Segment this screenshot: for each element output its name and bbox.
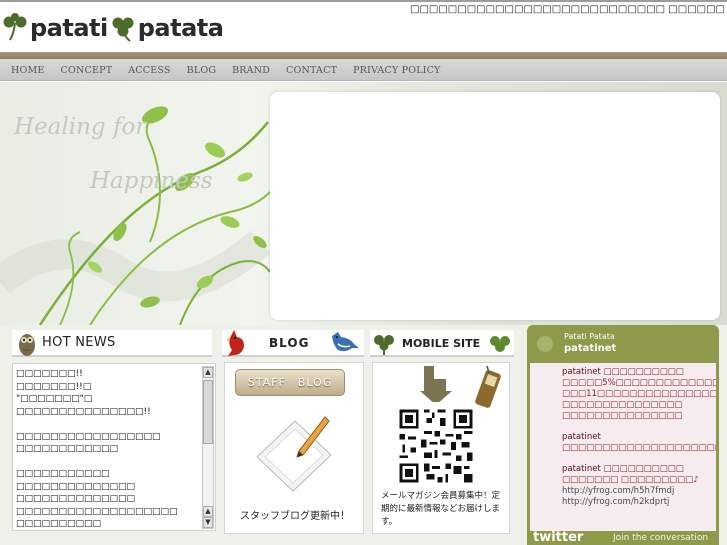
mobile-phone-icon bbox=[475, 365, 501, 408]
qr-code-icon[interactable] bbox=[397, 407, 475, 485]
bluejay-bird-icon bbox=[332, 332, 359, 352]
clover-icon bbox=[374, 335, 394, 355]
tweet: patatinet □□□□□□□□□□□□□□□□□□□□□□□□□□□□□□… bbox=[530, 428, 716, 460]
scroll-down-icon[interactable]: ▼ bbox=[203, 517, 213, 528]
owl-icon bbox=[19, 334, 35, 356]
nav-access[interactable]: ACCESS bbox=[128, 65, 170, 76]
blog-title: BLOG bbox=[269, 336, 310, 350]
nav-list: HOME CONCEPT ACCESS BLOG BRAND CONTACT P… bbox=[0, 59, 727, 81]
blog-caption: スタッフブログ更新中！ bbox=[240, 511, 350, 522]
header-band bbox=[0, 52, 727, 59]
twitter-username[interactable]: patatinet bbox=[564, 343, 616, 354]
logo-text-right: patata bbox=[137, 14, 224, 42]
nav-concept[interactable]: CONCEPT bbox=[61, 65, 113, 76]
site-logo[interactable]: patati patata bbox=[0, 10, 224, 46]
clover-icon bbox=[490, 336, 510, 352]
hot-news-text: □□□□□□□!! □□□□□□□!!□ "□□□□□□□"□ □□□□□□□□… bbox=[16, 369, 178, 528]
mobile-site-panel: メールマガジン会員募集中！定期的に最新情報などお届けします。 bbox=[372, 362, 510, 534]
tweet-user[interactable]: patatinet bbox=[562, 432, 601, 442]
twitter-feed: patatinet □□□□□□□□□□ □□□□□5%□□□□□□□□□□□□… bbox=[530, 363, 716, 531]
hero-tagline-line2: Happiness bbox=[90, 168, 213, 194]
scroll-up-icon[interactable]: ▲ bbox=[203, 506, 213, 517]
hero-banner: Healing for Happiness bbox=[0, 82, 727, 325]
twitter-footer: twitter Join the conversation bbox=[527, 530, 719, 545]
hot-news-scrollbar[interactable]: ▲ ▲ ▼ bbox=[202, 366, 214, 529]
twitter-subtitle: Patati Patata bbox=[564, 332, 615, 341]
tweet-link[interactable]: http://yfrog.com/h5h7fmdj bbox=[562, 486, 710, 497]
hot-news-title: HOT NEWS bbox=[42, 335, 116, 350]
join-conversation-link[interactable]: Join the conversation bbox=[613, 533, 708, 543]
mobile-site-title: MOBILE SITE bbox=[402, 337, 481, 350]
letter-pencil-icon bbox=[256, 416, 332, 492]
clover-logo-icon bbox=[3, 13, 27, 41]
nav-home[interactable]: HOME bbox=[11, 65, 45, 76]
blog-panel: STAFF BLOG スタッフブログ更新中！ bbox=[224, 362, 364, 534]
page: □□□□□□□□□□□□□□□□□□□□□□□□□□□ □□□□□□ patat… bbox=[0, 0, 727, 545]
tweet-user[interactable]: patatinet bbox=[562, 367, 601, 377]
scroll-up-icon[interactable]: ▲ bbox=[203, 367, 213, 378]
arrow-down-left-icon bbox=[420, 366, 452, 402]
nav-contact[interactable]: CONTACT bbox=[286, 65, 337, 76]
twitter-logo[interactable]: twitter bbox=[533, 530, 583, 545]
hot-news-panel: □□□□□□□!! □□□□□□□!!□ "□□□□□□□"□ □□□□□□□□… bbox=[12, 363, 216, 531]
mobile-site-header: MOBILE SITE bbox=[370, 330, 514, 357]
tweet-user[interactable]: patatinet bbox=[562, 464, 601, 474]
tweet: patatinet □□□□□□□□□□ □□□□□□□ □□□□□□□□□♪ … bbox=[530, 460, 716, 514]
mobile-site-caption: メールマガジン会員募集中！定期的に最新情報などお届けします。 bbox=[381, 491, 501, 527]
logo-text-left: patati bbox=[30, 14, 108, 42]
nav-privacy-policy[interactable]: PRIVACY POLICY bbox=[353, 65, 441, 76]
nav-brand[interactable]: BRAND bbox=[232, 65, 270, 76]
twitter-widget: Patati Patata patatinet patatinet □□□□□□… bbox=[527, 325, 719, 545]
blog-header: BLOG bbox=[222, 330, 364, 357]
staff-blog-button[interactable]: STAFF BLOG bbox=[235, 369, 345, 396]
tweet: patatinet □□□□□□□□□□ □□□□□5%□□□□□□□□□□□□… bbox=[530, 363, 716, 428]
scroll-thumb[interactable] bbox=[203, 380, 213, 444]
main-nav: HOME CONCEPT ACCESS BLOG BRAND CONTACT P… bbox=[0, 59, 727, 81]
tweet-link[interactable]: http://yfrog.com/h2kdprtj bbox=[562, 497, 710, 508]
cardinal-bird-icon bbox=[226, 330, 244, 356]
slideshow-frame[interactable] bbox=[270, 92, 720, 320]
avatar[interactable] bbox=[531, 330, 559, 358]
hero-tagline-line1: Healing for bbox=[14, 114, 147, 140]
nav-blog[interactable]: BLOG bbox=[187, 65, 216, 76]
top-border bbox=[0, 0, 727, 2]
header-tagline: □□□□□□□□□□□□□□□□□□□□□□□□□□□ □□□□□□ bbox=[410, 4, 725, 15]
tweet-text: □□□□□□□□□□□□□□□□□□□□□□□□□□□□□□□□□□□□□□ bbox=[562, 443, 716, 453]
hot-news-header: HOT NEWS bbox=[12, 330, 212, 357]
clover-logo-icon bbox=[112, 17, 134, 42]
